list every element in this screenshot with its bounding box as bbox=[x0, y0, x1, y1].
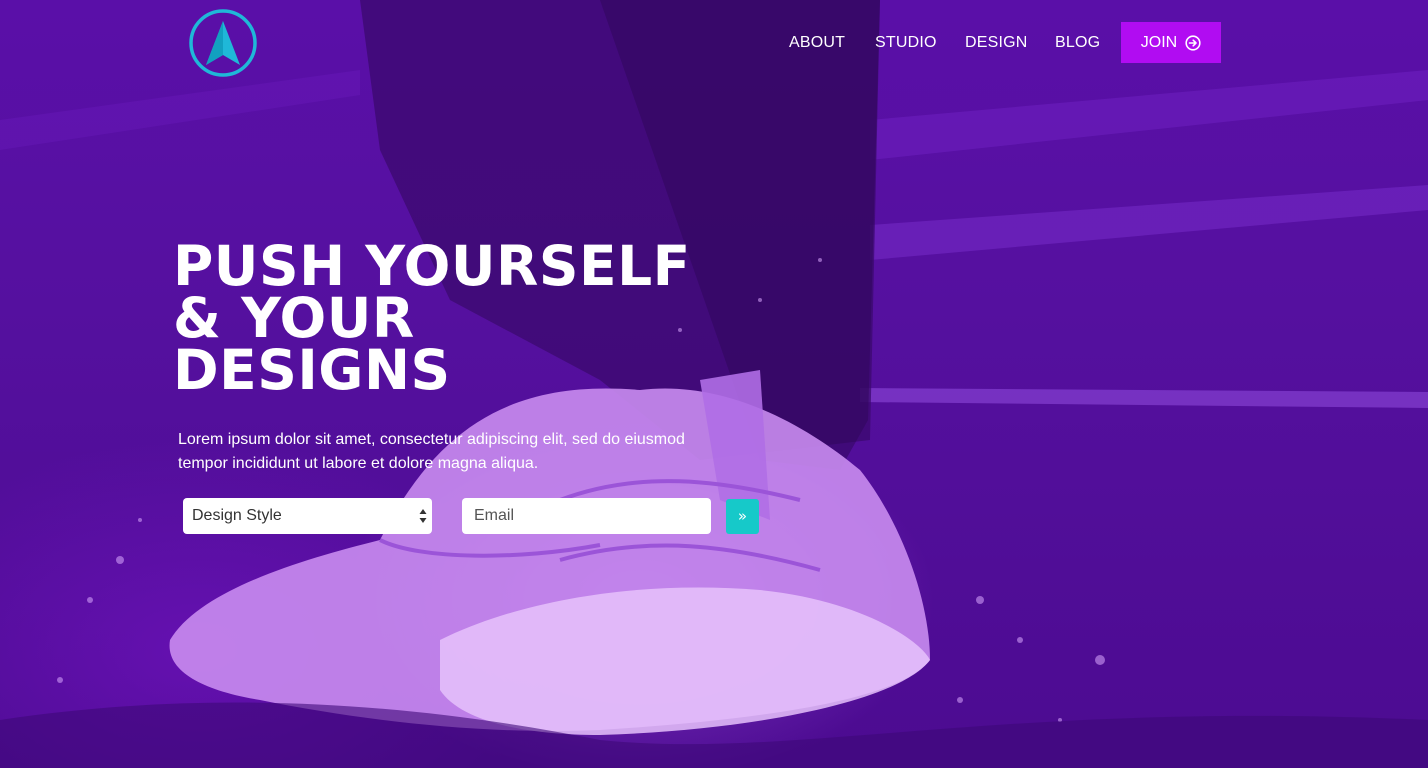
email-input[interactable] bbox=[462, 498, 711, 534]
nav-link-design[interactable]: DESIGN bbox=[965, 22, 1028, 64]
join-button-label: JOIN bbox=[1140, 33, 1178, 51]
join-button[interactable]: JOIN bbox=[1121, 22, 1221, 63]
nav-link-studio[interactable]: STUDIO bbox=[875, 22, 937, 64]
submit-button[interactable]: » bbox=[726, 499, 759, 534]
select-arrows-icon bbox=[419, 509, 427, 523]
headline-line-2: & YOUR bbox=[173, 286, 415, 350]
nav-link-about[interactable]: ABOUT bbox=[789, 22, 845, 64]
main-navigation: ABOUT STUDIO DESIGN BLOG JOIN bbox=[0, 22, 1428, 64]
hero-lead-text: Lorem ipsum dolor sit amet, consectetur … bbox=[178, 431, 685, 472]
nav-link-blog[interactable]: BLOG bbox=[1055, 22, 1100, 64]
arrow-circle-right-icon bbox=[1185, 34, 1201, 51]
hero-headline: PUSH YOURSELF & YOUR DESIGNS bbox=[173, 234, 691, 402]
design-style-select-value: Design Style bbox=[192, 507, 282, 524]
headline-line-1: PUSH YOURSELF bbox=[173, 234, 691, 298]
headline-line-3: DESIGNS bbox=[173, 338, 451, 402]
design-style-select[interactable]: Design Style bbox=[183, 498, 432, 534]
